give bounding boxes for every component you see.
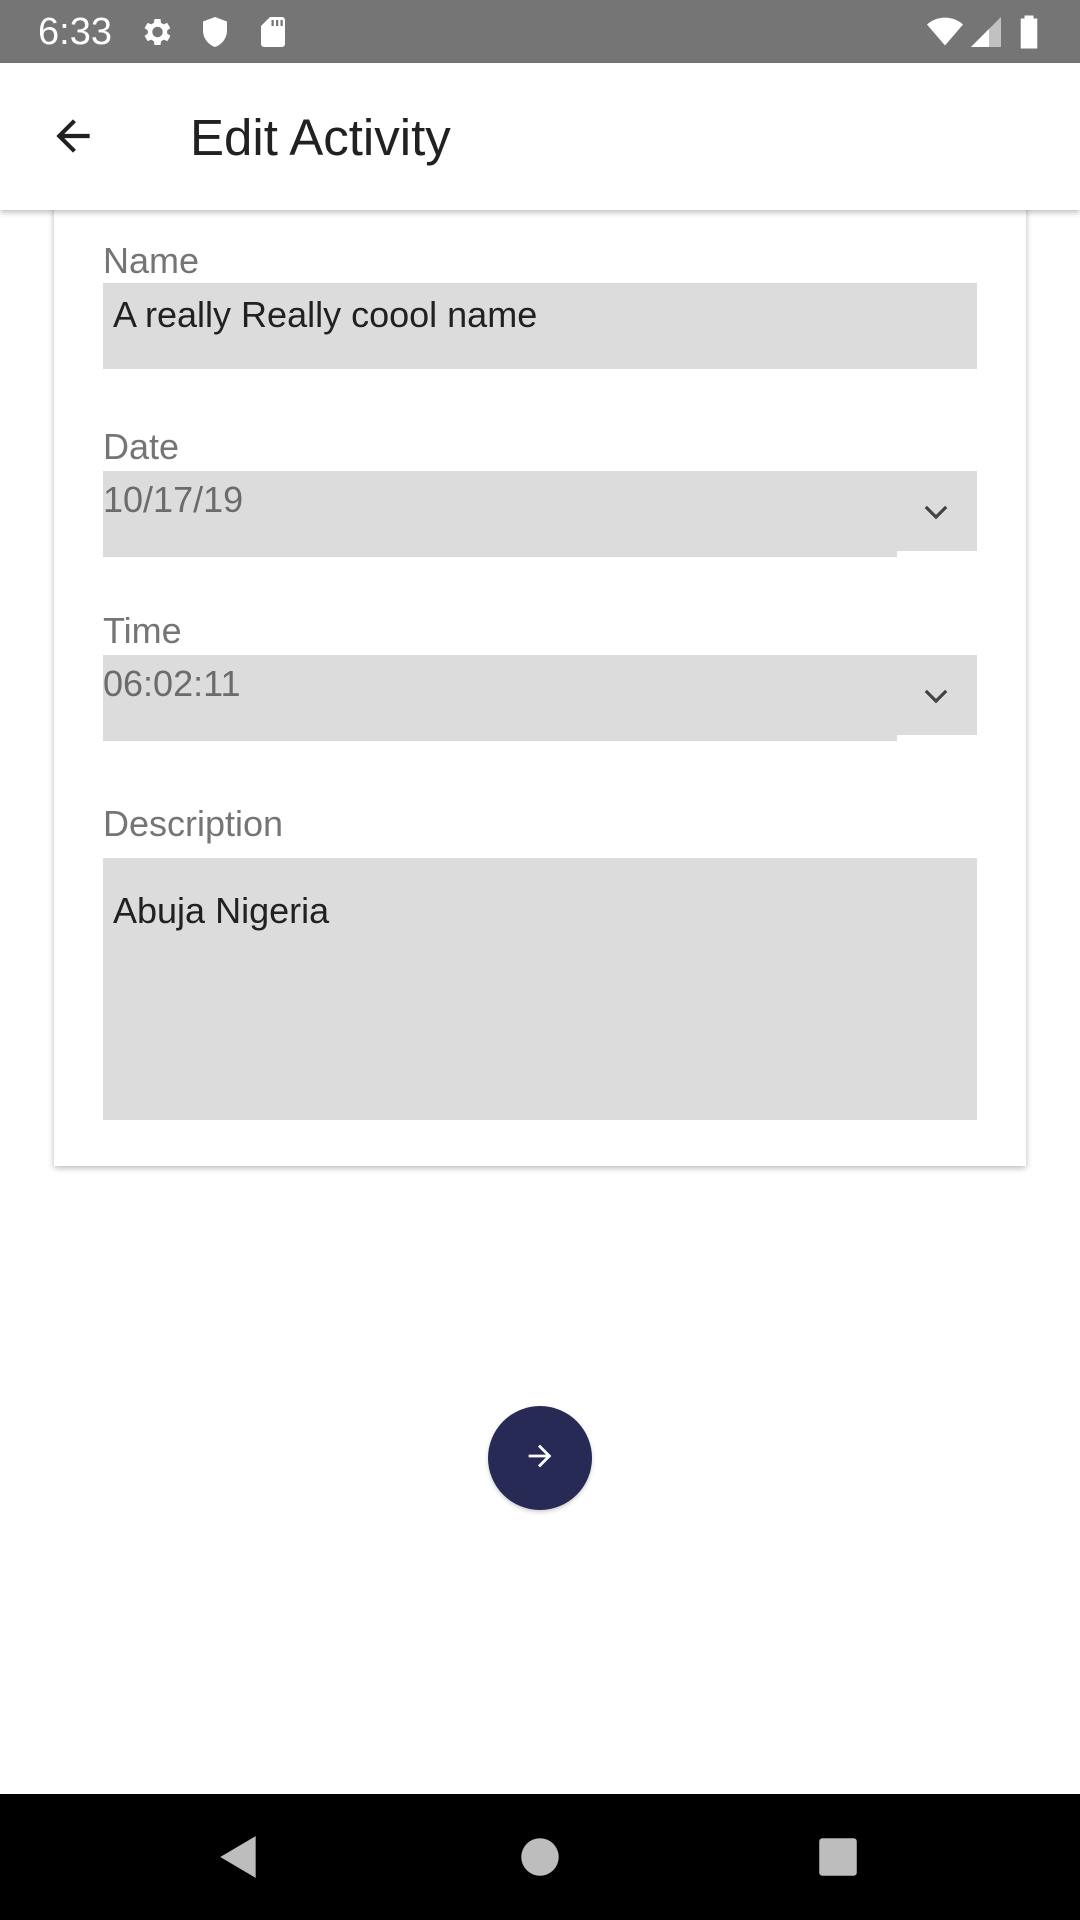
back-button[interactable] — [40, 105, 106, 171]
status-time: 6:33 — [38, 11, 112, 53]
gear-icon — [138, 14, 174, 50]
battery-icon — [1014, 14, 1044, 50]
time-label: Time — [103, 610, 182, 651]
back-triangle-icon[interactable] — [214, 1832, 264, 1882]
name-input-value: A really Really coool name — [113, 294, 538, 335]
wifi-icon — [923, 14, 967, 50]
status-bar: 6:33 — [0, 0, 1080, 63]
description-value: Abuja Nigeria — [113, 890, 330, 931]
name-label: Name — [103, 240, 200, 281]
shield-icon — [197, 14, 233, 50]
chevron-down-icon[interactable] — [919, 495, 953, 529]
page-title: Edit Activity — [190, 109, 451, 166]
time-value: 06:02:11 — [103, 663, 241, 704]
sd-card-icon — [255, 14, 291, 50]
dropdown-notch — [897, 551, 977, 557]
date-value: 10/17/19 — [103, 479, 244, 520]
description-label: Description — [103, 803, 284, 844]
recents-square-icon[interactable] — [813, 1832, 863, 1882]
chevron-down-icon[interactable] — [919, 679, 953, 713]
signal-icon — [968, 14, 1004, 50]
arrow-left-icon — [48, 111, 98, 166]
name-input[interactable]: A really Really coool name — [103, 283, 977, 369]
system-nav-bar — [0, 1794, 1080, 1920]
arrow-right-icon — [523, 1439, 557, 1478]
description-textarea[interactable]: Abuja Nigeria — [103, 858, 977, 1120]
dropdown-notch — [897, 735, 977, 741]
time-picker[interactable]: 06:02:11 — [103, 655, 977, 741]
home-circle-icon[interactable] — [515, 1832, 565, 1882]
screen: 6:33 Edit Activity Name A really Really … — [0, 0, 1080, 1920]
next-button[interactable] — [488, 1406, 592, 1510]
date-picker[interactable]: 10/17/19 — [103, 471, 977, 557]
app-bar: Edit Activity — [0, 63, 1080, 210]
date-label: Date — [103, 426, 180, 467]
